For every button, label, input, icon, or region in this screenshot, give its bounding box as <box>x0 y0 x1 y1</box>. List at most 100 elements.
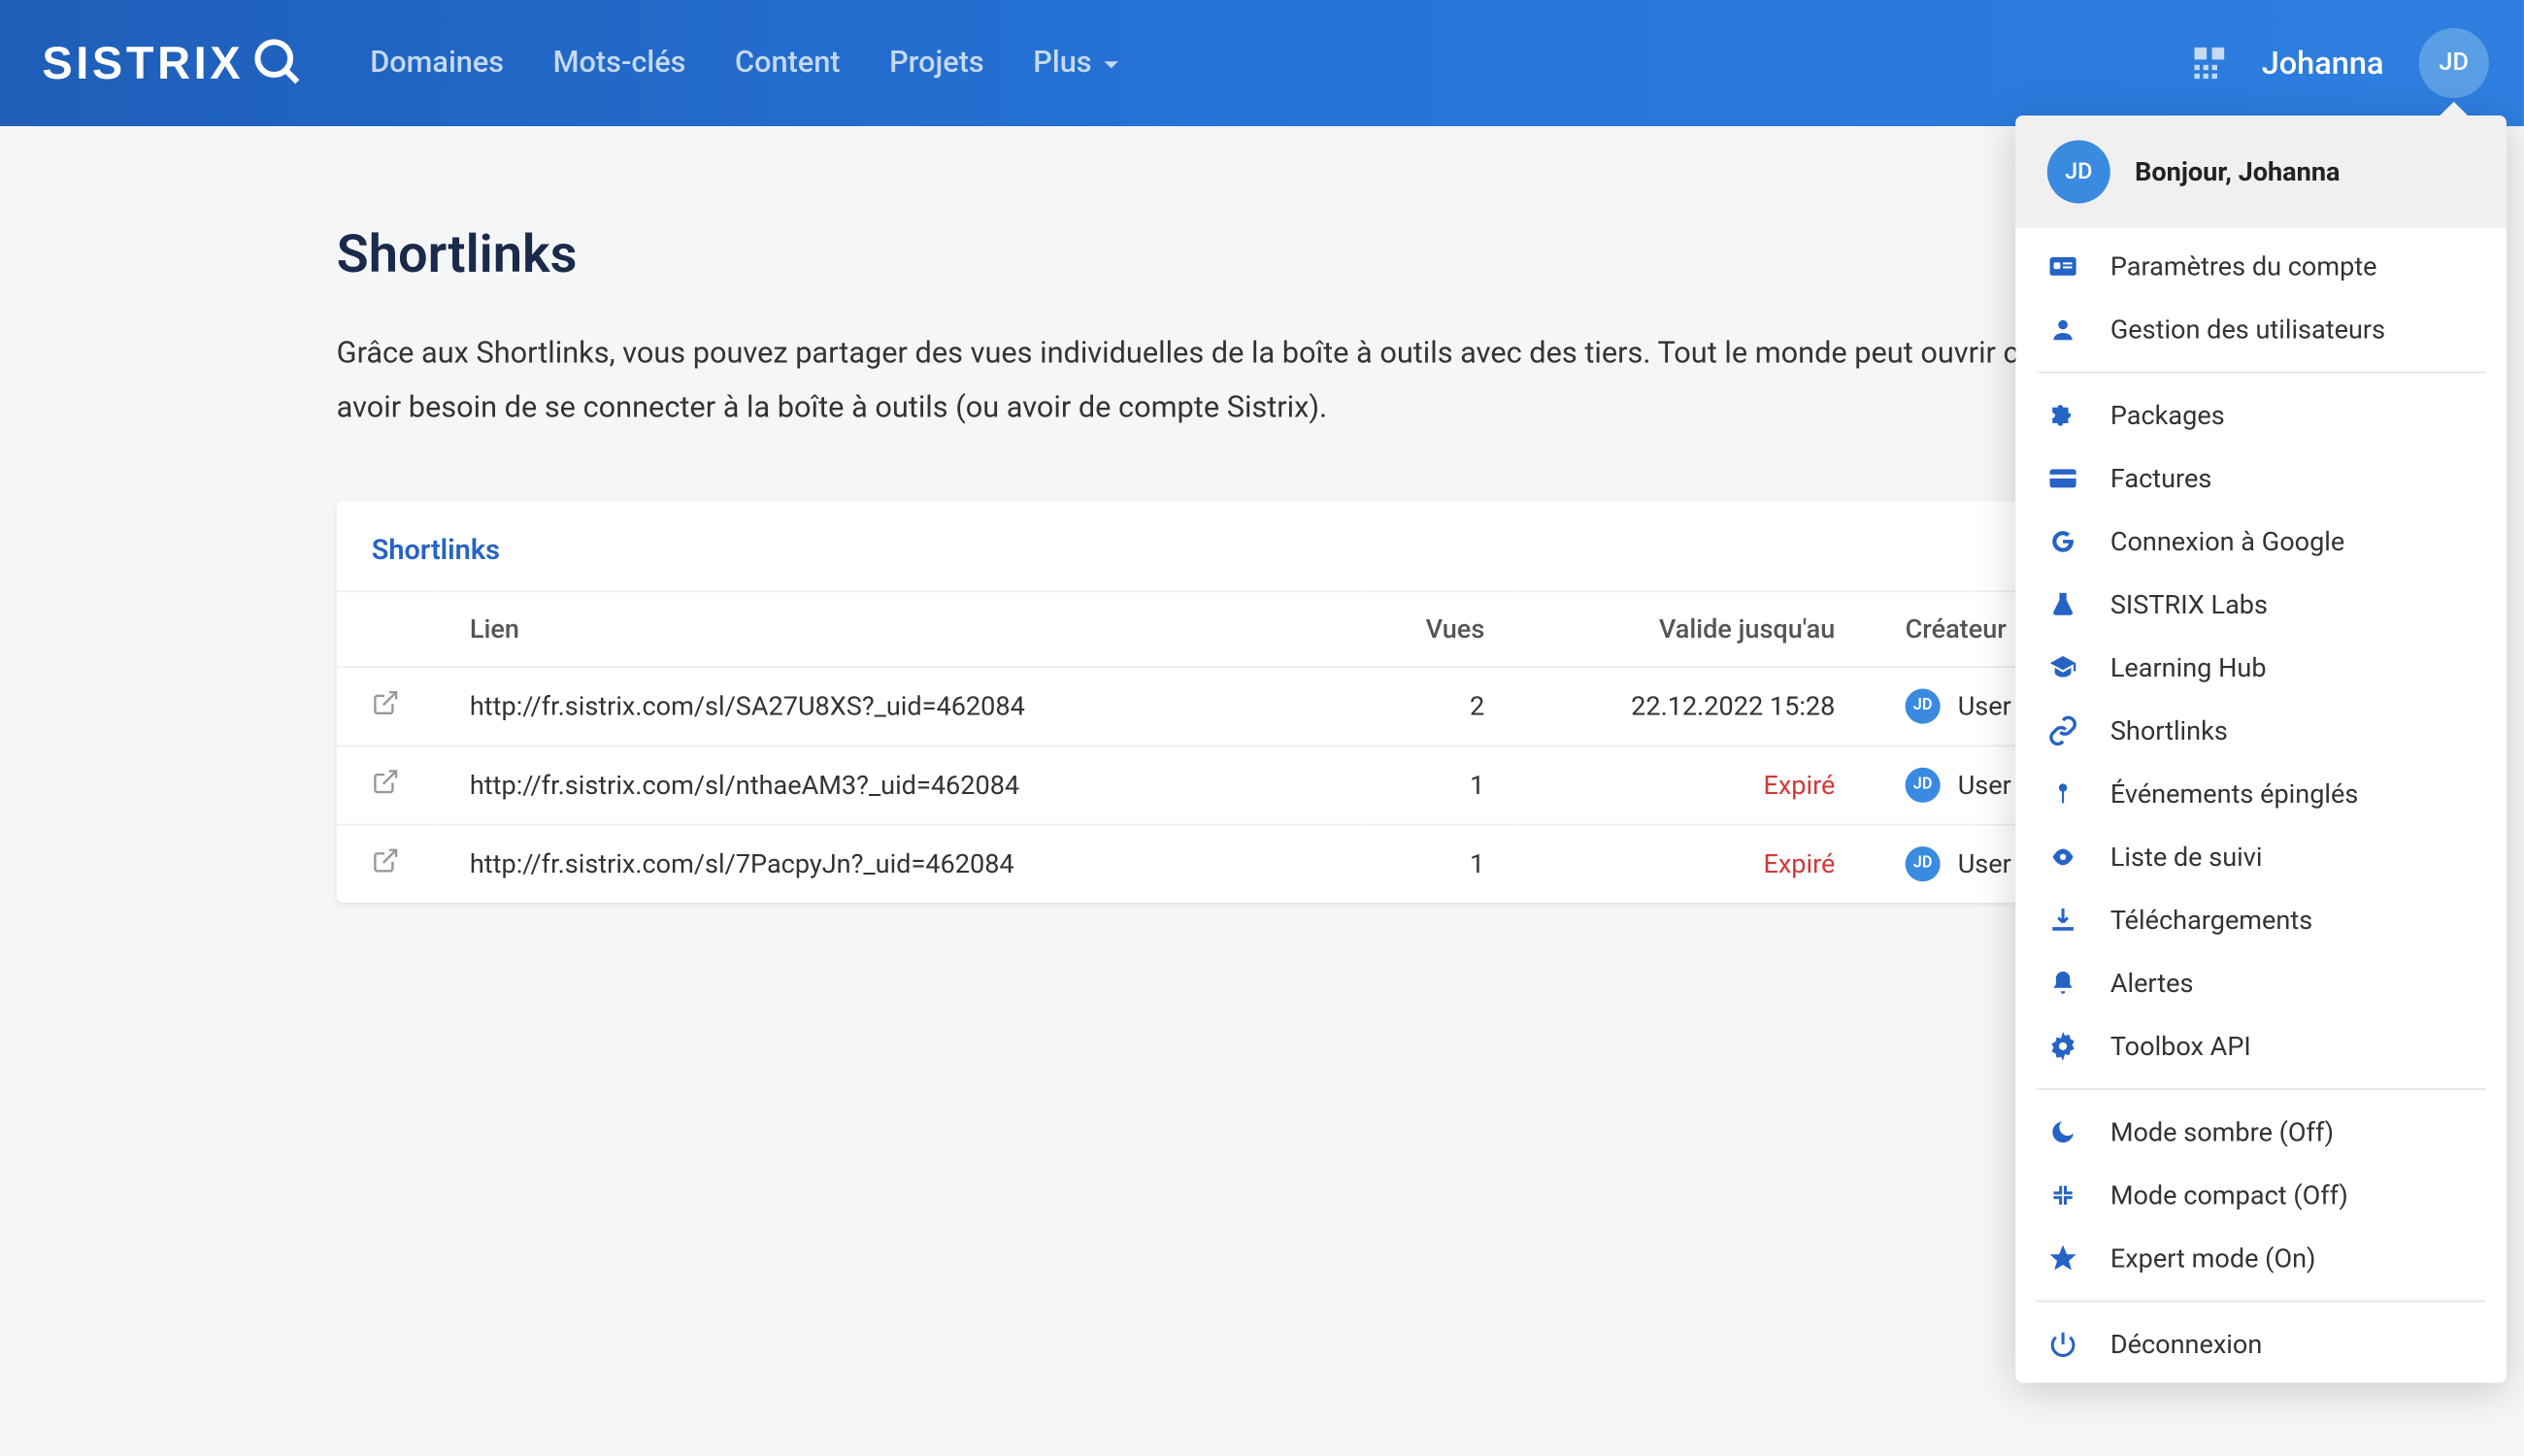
external-link-icon[interactable] <box>372 849 400 880</box>
dropdown-item-compress[interactable]: Mode compact (Off) <box>2015 1164 2507 1227</box>
creator-avatar: JD <box>1906 688 1941 723</box>
logo-text: SISTRIX <box>42 36 244 90</box>
shortlinks-card: Shortlinks Lien Vues Valide jusqu'au Cré… <box>337 501 2204 902</box>
dropdown-item-id-card[interactable]: Paramètres du compte <box>2015 235 2507 298</box>
page-title: Shortlinks <box>337 224 2204 285</box>
header: SISTRIX Domaines Mots-clés Content Proje… <box>0 0 2524 126</box>
valid-cell: Expiré <box>1519 745 1870 824</box>
dropdown-item-label: Toolbox API <box>2110 1031 2251 1062</box>
creator-name: User <box>1958 769 2011 800</box>
bell-icon <box>2047 968 2078 999</box>
dropdown-item-gear[interactable]: Toolbox API <box>2015 1014 2507 1077</box>
dropdown-item-pin[interactable]: Événements épinglés <box>2015 762 2507 825</box>
dropdown-item-google[interactable]: Connexion à Google <box>2015 510 2507 573</box>
views-cell: 2 <box>1362 667 1519 745</box>
apps-icon[interactable] <box>2195 48 2226 79</box>
col-link: Lien <box>435 591 1362 667</box>
eye-icon <box>2047 842 2078 873</box>
avatar[interactable]: JD <box>2419 28 2489 98</box>
dropdown-item-moon[interactable]: Mode sombre (Off) <box>2015 1101 2507 1164</box>
dropdown-divider <box>2037 372 2485 374</box>
dropdown-avatar: JD <box>2047 140 2110 203</box>
dropdown-item-flask[interactable]: SISTRIX Labs <box>2015 573 2507 636</box>
dropdown-item-label: Mode compact (Off) <box>2110 1179 2348 1210</box>
logo[interactable]: SISTRIX <box>42 35 307 91</box>
dropdown-item-grad[interactable]: Learning Hub <box>2015 636 2507 699</box>
star-icon <box>2047 1242 2078 1274</box>
creator-avatar: JD <box>1906 768 1941 803</box>
chevron-down-icon <box>1102 56 1119 74</box>
dropdown-item-link[interactable]: Shortlinks <box>2015 699 2507 762</box>
dropdown-divider <box>2037 1301 2485 1303</box>
dropdown-header: JD Bonjour, Johanna <box>2015 116 2507 228</box>
shortlinks-table: Lien Vues Valide jusqu'au Créateur http:… <box>337 590 2204 902</box>
link-cell[interactable]: http://fr.sistrix.com/sl/SA27U8XS?_uid=4… <box>435 667 1362 745</box>
dropdown-item-label: Connexion à Google <box>2110 526 2344 557</box>
valid-cell: 22.12.2022 15:28 <box>1519 667 1870 745</box>
external-link-icon[interactable] <box>372 771 400 802</box>
nav-content[interactable]: Content <box>735 46 841 81</box>
gear-icon <box>2047 1031 2078 1062</box>
dropdown-item-label: Shortlinks <box>2110 715 2228 746</box>
dropdown-item-label: Alertes <box>2110 968 2194 999</box>
dropdown-item-label: SISTRIX Labs <box>2110 589 2268 620</box>
user-icon <box>2047 314 2078 345</box>
download-icon <box>2047 905 2078 936</box>
dropdown-item-bell[interactable]: Alertes <box>2015 951 2507 1014</box>
creator-name: User <box>1958 690 2011 721</box>
dropdown-divider <box>2037 1088 2485 1090</box>
grad-icon <box>2047 652 2078 683</box>
nav-projets[interactable]: Projets <box>889 46 984 81</box>
link-cell[interactable]: http://fr.sistrix.com/sl/7PacpyJn?_uid=4… <box>435 824 1362 902</box>
dropdown-item-puzzle[interactable]: Packages <box>2015 383 2507 447</box>
dropdown-item-card[interactable]: Factures <box>2015 447 2507 510</box>
id-card-icon <box>2047 250 2078 281</box>
puzzle-icon <box>2047 400 2078 431</box>
dropdown-item-label: Packages <box>2110 400 2225 431</box>
dropdown-item-star[interactable]: Expert mode (On) <box>2015 1227 2507 1290</box>
nav-mots-cles[interactable]: Mots-clés <box>553 46 686 81</box>
dropdown-item-label: Téléchargements <box>2110 905 2312 936</box>
creator-name: User <box>1958 848 2011 879</box>
link-cell[interactable]: http://fr.sistrix.com/sl/nthaeAM3?_uid=4… <box>435 745 1362 824</box>
google-icon <box>2047 526 2078 557</box>
card-icon <box>2047 463 2078 494</box>
table-row: http://fr.sistrix.com/sl/SA27U8XS?_uid=4… <box>337 667 2204 745</box>
moon-icon <box>2047 1116 2078 1147</box>
dropdown-item-label: Expert mode (On) <box>2110 1242 2316 1274</box>
dropdown-item-label: Paramètres du compte <box>2110 250 2377 281</box>
card-title: Shortlinks <box>337 501 2204 590</box>
pin-icon <box>2047 778 2078 810</box>
nav-domaines[interactable]: Domaines <box>370 46 504 81</box>
dropdown-item-label: Liste de suivi <box>2110 842 2263 873</box>
views-cell: 1 <box>1362 824 1519 902</box>
views-cell: 1 <box>1362 745 1519 824</box>
table-row: http://fr.sistrix.com/sl/7PacpyJn?_uid=4… <box>337 824 2204 902</box>
col-valid: Valide jusqu'au <box>1519 591 1870 667</box>
creator-avatar: JD <box>1906 846 1941 881</box>
dropdown-greeting: Bonjour, Johanna <box>2135 156 2340 187</box>
search-icon <box>250 35 307 91</box>
external-link-icon[interactable] <box>372 692 400 723</box>
dropdown-item-power[interactable]: Déconnexion <box>2015 1312 2507 1375</box>
username: Johanna <box>2262 45 2384 82</box>
user-dropdown: JD Bonjour, Johanna Paramètres du compte… <box>2015 116 2507 1382</box>
power-icon <box>2047 1329 2078 1360</box>
dropdown-item-label: Déconnexion <box>2110 1329 2262 1360</box>
col-icon <box>337 591 435 667</box>
main-nav: Domaines Mots-clés Content Projets Plus <box>370 46 1119 81</box>
dropdown-item-download[interactable]: Téléchargements <box>2015 888 2507 951</box>
page-description: Grâce aux Shortlinks, vous pouvez partag… <box>337 328 2204 439</box>
dropdown-item-user[interactable]: Gestion des utilisateurs <box>2015 298 2507 361</box>
dropdown-item-label: Événements épinglés <box>2110 778 2359 810</box>
main-content: Shortlinks Grâce aux Shortlinks, vous po… <box>337 126 2204 903</box>
header-right: Johanna JD <box>2195 28 2489 98</box>
nav-plus[interactable]: Plus <box>1033 46 1119 81</box>
compress-icon <box>2047 1179 2078 1210</box>
dropdown-item-label: Gestion des utilisateurs <box>2110 314 2385 345</box>
dropdown-item-label: Learning Hub <box>2110 652 2267 683</box>
link-icon <box>2047 715 2078 746</box>
dropdown-item-eye[interactable]: Liste de suivi <box>2015 825 2507 888</box>
col-views: Vues <box>1362 591 1519 667</box>
dropdown-item-label: Factures <box>2110 463 2211 494</box>
